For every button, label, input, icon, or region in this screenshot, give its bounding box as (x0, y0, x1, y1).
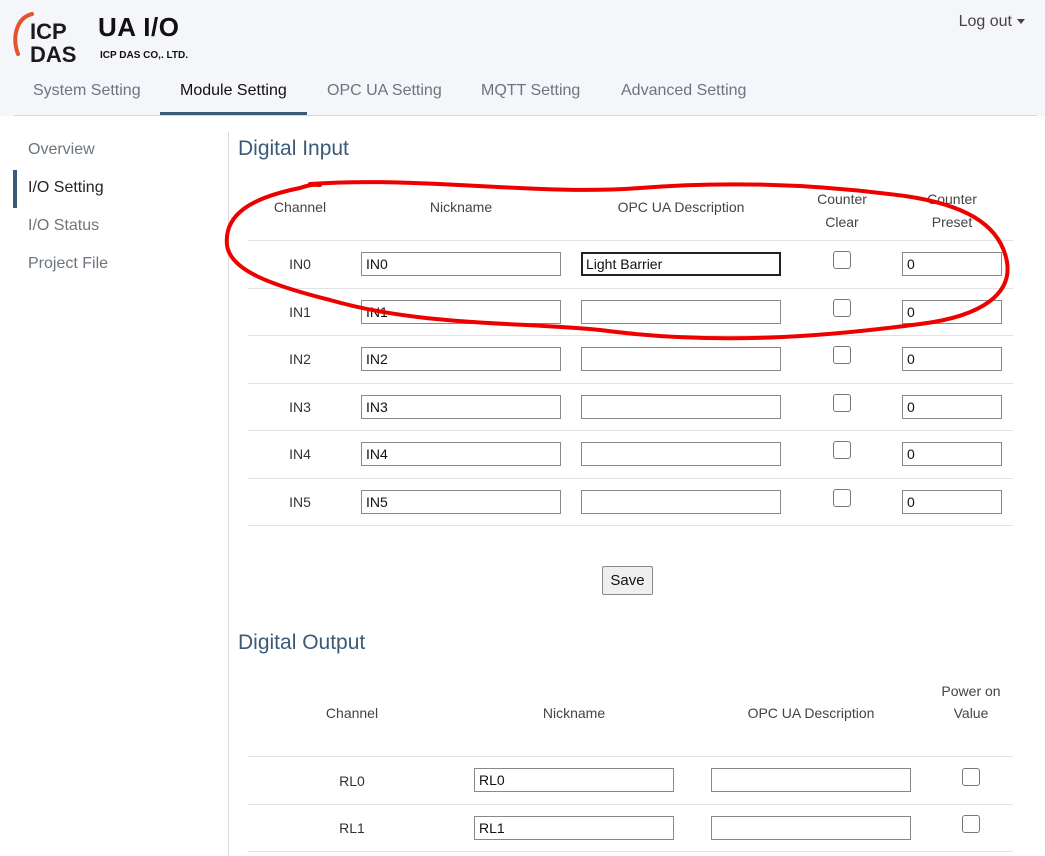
di-description-input[interactable] (581, 252, 781, 276)
do-channel-label: RL1 (339, 820, 365, 836)
do-header-channel: Channel (325, 705, 379, 721)
tab-opc-ua-setting[interactable]: OPC UA Setting (327, 82, 442, 100)
di-row-divider (248, 478, 1013, 479)
di-counter-preset-input[interactable] (902, 490, 1002, 514)
do-nickname-input[interactable] (474, 816, 674, 840)
digital-output-title: Digital Output (238, 631, 366, 654)
icpdas-logo: ICP DAS (13, 12, 76, 66)
di-channel-label: IN1 (289, 304, 311, 320)
di-header-counter-preset: Counter Preset (927, 191, 977, 230)
di-counter-preset-input[interactable] (902, 252, 1002, 276)
caret-down-icon (1017, 19, 1025, 25)
di-counter-preset-input[interactable] (902, 442, 1002, 466)
di-channel-label: IN5 (289, 494, 311, 510)
logo-text-top: ICP (30, 19, 67, 44)
di-description-input[interactable] (581, 490, 781, 514)
app-title: UA I/O (98, 12, 180, 42)
red-annotation-circle (224, 180, 1010, 341)
di-row-divider (248, 430, 1013, 431)
di-nickname-input[interactable] (361, 347, 561, 371)
save-button[interactable]: Save (602, 566, 653, 595)
di-row-divider (248, 525, 1013, 526)
di-channel-label: IN4 (289, 446, 311, 462)
di-counter-preset-input[interactable] (902, 300, 1002, 324)
di-header-channel: Channel (273, 199, 327, 215)
logout-dropdown[interactable]: Log out (959, 13, 1025, 31)
content-divider (228, 132, 229, 856)
di-nickname-input[interactable] (361, 490, 561, 514)
di-counter-clear-checkbox[interactable] (833, 299, 851, 317)
sidebar-active-indicator (13, 170, 17, 208)
do-row-divider (248, 756, 1013, 757)
di-row-divider (248, 383, 1013, 384)
di-header-counter-clear: Counter Clear (817, 191, 867, 230)
logo-text-bottom: DAS (30, 42, 76, 66)
app-header: ICP DAS UA I/O ICP DAS CO,. LTD. Log out (0, 0, 1045, 70)
di-channel-label: IN0 (289, 256, 311, 272)
tab-bar-divider (14, 115, 1037, 116)
di-channel-label: IN3 (289, 399, 311, 415)
di-row-divider (248, 240, 1013, 241)
di-row-divider (248, 335, 1013, 336)
di-row-divider (248, 288, 1013, 289)
sidebar-item-project-file[interactable]: Project File (28, 255, 108, 273)
do-description-input[interactable] (711, 816, 911, 840)
tab-advanced-setting[interactable]: Advanced Setting (621, 82, 746, 100)
do-power-on-checkbox[interactable] (962, 768, 980, 786)
active-tab-indicator (160, 112, 307, 115)
do-row-divider (248, 804, 1013, 805)
sidebar-item-io-status[interactable]: I/O Status (28, 217, 99, 235)
di-description-input[interactable] (581, 300, 781, 324)
di-nickname-input[interactable] (361, 252, 561, 276)
tab-system-setting[interactable]: System Setting (33, 82, 141, 100)
di-counter-clear-checkbox[interactable] (833, 394, 851, 412)
di-counter-preset-input[interactable] (902, 347, 1002, 371)
di-description-input[interactable] (581, 347, 781, 371)
di-counter-preset-input[interactable] (902, 395, 1002, 419)
logout-label: Log out (958, 13, 1012, 30)
di-description-input[interactable] (581, 395, 781, 419)
di-counter-clear-checkbox[interactable] (833, 251, 851, 269)
di-nickname-input[interactable] (361, 442, 561, 466)
do-header-nickname: Nickname (542, 705, 606, 721)
sidebar-item-overview[interactable]: Overview (28, 141, 95, 159)
sidebar-item-io-setting[interactable]: I/O Setting (28, 179, 104, 197)
di-header-description: OPC UA Description (617, 199, 745, 215)
di-counter-clear-checkbox[interactable] (833, 346, 851, 364)
do-header-description: OPC UA Description (747, 705, 875, 721)
di-counter-clear-checkbox[interactable] (833, 441, 851, 459)
di-counter-clear-checkbox[interactable] (833, 489, 851, 507)
di-channel-label: IN2 (289, 351, 311, 367)
tab-mqtt-setting[interactable]: MQTT Setting (481, 82, 580, 100)
do-row-divider (248, 851, 1013, 852)
do-nickname-input[interactable] (474, 768, 674, 792)
di-header-nickname: Nickname (429, 199, 493, 215)
do-description-input[interactable] (711, 768, 911, 792)
company-name: ICP DAS CO,. LTD. (100, 50, 188, 61)
do-power-on-checkbox[interactable] (962, 815, 980, 833)
digital-input-title: Digital Input (238, 137, 349, 160)
di-description-input[interactable] (581, 442, 781, 466)
di-nickname-input[interactable] (361, 395, 561, 419)
tab-module-setting[interactable]: Module Setting (180, 82, 287, 100)
di-nickname-input[interactable] (361, 300, 561, 324)
do-channel-label: RL0 (339, 773, 365, 789)
do-header-power-on-value: Power on Value (941, 683, 1001, 721)
